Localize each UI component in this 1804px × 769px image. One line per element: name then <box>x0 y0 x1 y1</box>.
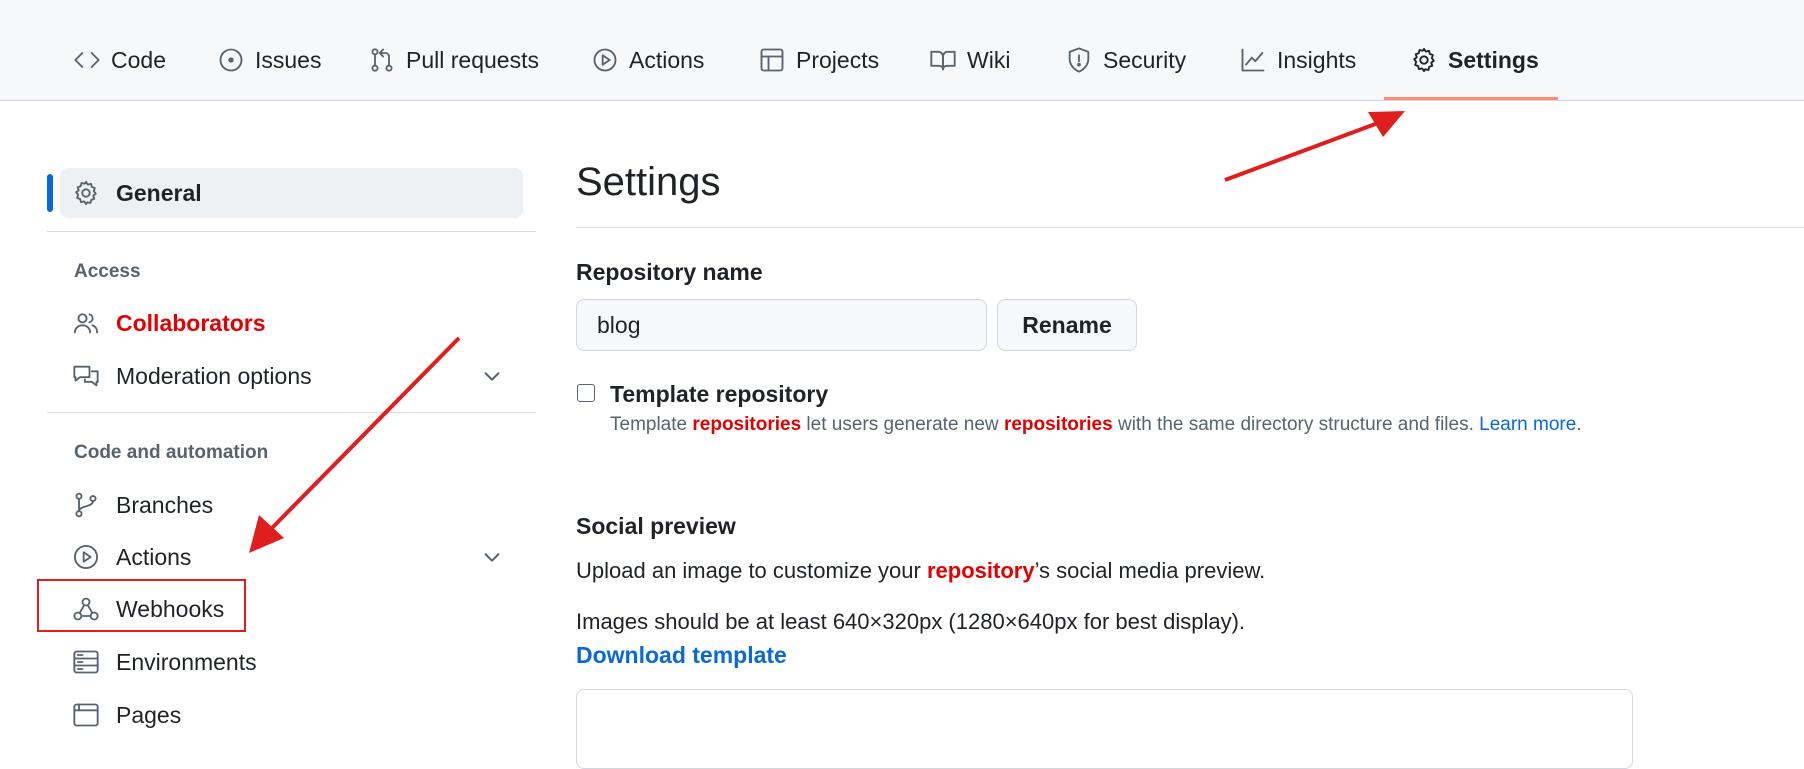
note-highlight: repositories <box>1003 414 1113 435</box>
desc-text: Upload an image to customize your <box>576 558 927 583</box>
tab-settings[interactable]: Settings <box>1410 38 1539 82</box>
image-size-note: Images should be at least 640×320px (128… <box>576 609 1246 634</box>
play-icon <box>593 48 617 72</box>
selected-tab-underline <box>1384 97 1558 100</box>
social-preview-heading: Social preview <box>576 513 736 539</box>
tab-label: Code <box>111 46 166 73</box>
play-icon <box>72 543 100 571</box>
tab-label: Projects <box>796 46 880 73</box>
active-indicator <box>47 174 53 212</box>
page-title: Settings <box>576 160 721 204</box>
sidebar-item-label: General <box>116 179 202 206</box>
sidebar-divider <box>47 231 536 232</box>
repository-name-input[interactable] <box>576 299 987 351</box>
sidebar-item-pages[interactable]: Pages <box>60 690 523 740</box>
tab-label: Security <box>1103 46 1187 73</box>
graph-icon <box>1241 48 1265 72</box>
issue-icon <box>219 48 243 72</box>
sidebar-item-label: Branches <box>116 491 214 518</box>
note-highlight: repositories <box>692 414 802 435</box>
learn-more-link[interactable]: Learn more <box>1479 414 1576 435</box>
note-text: Template <box>610 414 693 435</box>
template-repository-checkbox[interactable] <box>577 384 595 402</box>
tab-code[interactable]: Code <box>73 38 166 82</box>
comment-discussion-icon <box>72 362 100 390</box>
code-icon <box>74 52 100 68</box>
note-text: with the same directory structure and fi… <box>1112 414 1480 435</box>
pull-request-icon <box>371 48 393 72</box>
chevron-down-icon[interactable] <box>481 546 503 568</box>
tab-label: Actions <box>629 46 705 73</box>
section-heading-code-automation: Code and automation <box>74 442 269 463</box>
sidebar-item-label: Collaborators <box>116 309 266 336</box>
download-template-link[interactable]: Download template <box>576 642 787 669</box>
shield-icon <box>1068 47 1090 73</box>
sidebar-item-branches[interactable]: Branches <box>60 480 523 530</box>
tab-label: Insights <box>1277 46 1357 73</box>
tab-issues[interactable]: Issues <box>217 38 321 82</box>
rename-button[interactable]: Rename <box>997 299 1137 351</box>
book-icon <box>930 50 956 71</box>
gear-icon <box>72 179 100 207</box>
note-text: . <box>1576 414 1582 435</box>
sidebar-item-label: Pages <box>116 701 182 728</box>
server-icon <box>72 648 100 676</box>
sidebar-divider <box>47 412 536 413</box>
tab-insights[interactable]: Insights <box>1239 38 1356 82</box>
gear-icon <box>1413 47 1435 73</box>
annotation-arrow-settings <box>1224 121 1379 182</box>
sidebar-item-label: Environments <box>116 648 257 675</box>
tab-pull-requests[interactable]: Pull requests <box>368 38 539 82</box>
tab-security[interactable]: Security <box>1065 38 1186 82</box>
title-divider <box>576 227 1804 228</box>
desc-text: ’s social media preview. <box>1034 558 1266 583</box>
tab-actions[interactable]: Actions <box>591 38 704 82</box>
sidebar-item-label: Actions <box>116 543 192 570</box>
people-icon <box>72 309 100 337</box>
branch-icon <box>72 491 100 519</box>
repo-tab-bar: Code Issues Pull requests Actions Projec… <box>0 0 1804 101</box>
tab-label: Wiki <box>967 46 1011 73</box>
sidebar-item-moderation-options[interactable]: Moderation options <box>60 351 523 401</box>
tab-label: Settings <box>1448 46 1539 73</box>
social-preview-description: Upload an image to customize your reposi… <box>576 558 1265 584</box>
sidebar-item-environments[interactable]: Environments <box>60 637 523 687</box>
tab-wiki[interactable]: Wiki <box>929 38 1010 82</box>
section-heading-access: Access <box>74 261 141 282</box>
template-repository-label: Template repository <box>610 381 829 407</box>
sidebar-item-general[interactable]: General <box>60 168 523 218</box>
template-repository-note: Template repositories let users generate… <box>610 414 1582 436</box>
social-preview-image-area[interactable] <box>576 689 1633 769</box>
table-icon <box>760 48 784 72</box>
annotation-arrowhead-settings <box>1368 111 1405 137</box>
repository-name-label: Repository name <box>576 259 763 285</box>
note-text: let users generate new <box>801 414 1004 435</box>
sidebar-item-collaborators[interactable]: Collaborators <box>60 298 523 348</box>
webhooks-highlight-annotation <box>37 579 246 632</box>
tab-label: Issues <box>255 46 322 73</box>
chevron-down-icon[interactable] <box>481 365 503 387</box>
tab-projects[interactable]: Projects <box>758 38 879 82</box>
browser-icon <box>72 701 100 729</box>
sidebar-item-actions[interactable]: Actions <box>60 532 523 582</box>
desc-highlight: repository <box>926 558 1035 583</box>
tab-label: Pull requests <box>406 46 539 73</box>
sidebar-item-label: Moderation options <box>116 362 312 389</box>
